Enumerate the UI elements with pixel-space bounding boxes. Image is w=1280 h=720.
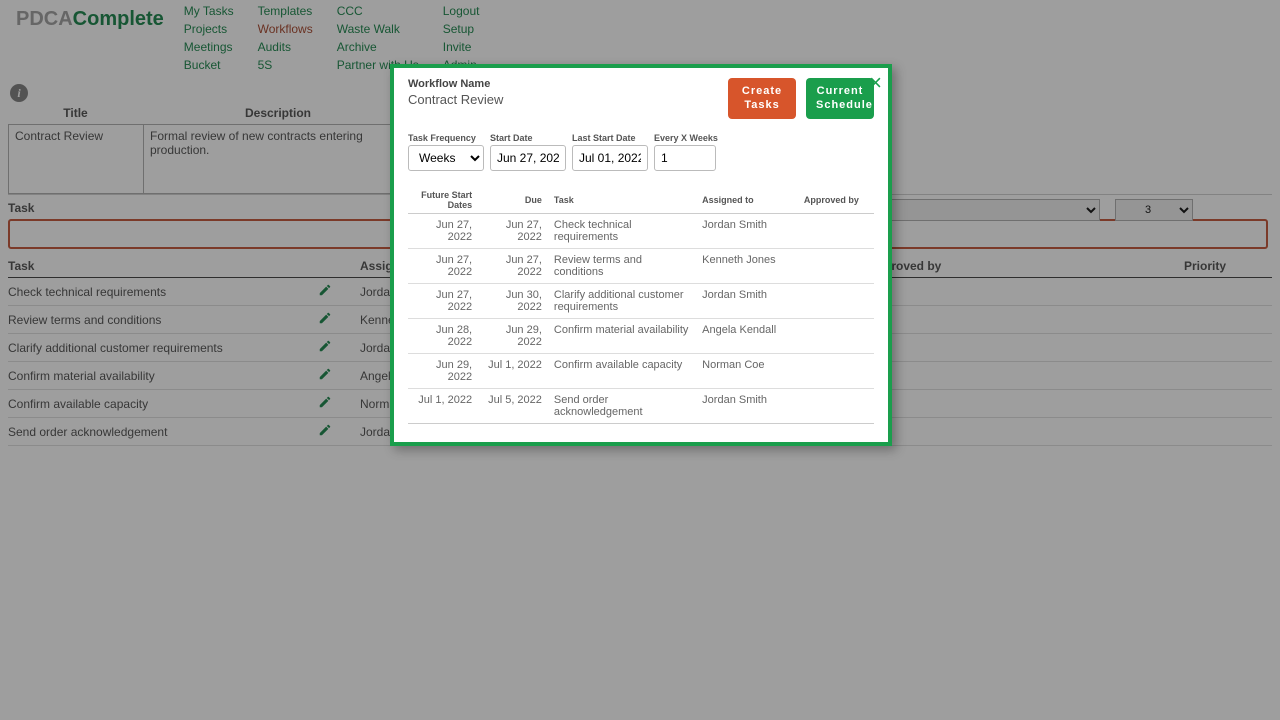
cell-task: Confirm material availability [550, 318, 698, 353]
every-x-label: Every X Weeks [654, 133, 718, 143]
last-start-date-field: Last Start Date [572, 133, 648, 171]
cell-future: Jun 28, 2022 [408, 318, 482, 353]
schedule-table: Future Start Dates Due Task Assigned to … [408, 187, 874, 424]
th-due: Due [482, 187, 550, 214]
workflow-name-block: Workflow Name Contract Review [408, 78, 503, 107]
last-start-label: Last Start Date [572, 133, 648, 143]
frequency-label: Task Frequency [408, 133, 484, 143]
modal-buttons: Create Tasks Current Schedule [728, 78, 874, 119]
cell-approved [800, 213, 874, 248]
cell-future: Jun 27, 2022 [408, 283, 482, 318]
current-schedule-button[interactable]: Current Schedule [806, 78, 874, 119]
cell-task: Send order acknowledgement [550, 388, 698, 423]
start-date-field: Start Date [490, 133, 566, 171]
cell-assigned: Jordan Smith [698, 213, 800, 248]
cell-future: Jun 29, 2022 [408, 353, 482, 388]
last-start-input[interactable] [572, 145, 648, 171]
cell-assigned: Norman Coe [698, 353, 800, 388]
th-assigned: Assigned to [698, 187, 800, 214]
every-x-field: Every X Weeks [654, 133, 718, 171]
frequency-select[interactable]: Weeks [408, 145, 484, 171]
th-task: Task [550, 187, 698, 214]
cell-task: Review terms and conditions [550, 248, 698, 283]
schedule-row: Jun 29, 2022Jul 1, 2022Confirm available… [408, 353, 874, 388]
th-approved: Approved by [800, 187, 874, 214]
close-icon[interactable]: × [869, 72, 882, 94]
cell-approved [800, 388, 874, 423]
cell-assigned: Kenneth Jones [698, 248, 800, 283]
modal-header: Workflow Name Contract Review Create Tas… [408, 78, 874, 119]
cell-due: Jul 5, 2022 [482, 388, 550, 423]
schedule-row: Jun 27, 2022Jun 27, 2022Check technical … [408, 213, 874, 248]
schedule-row: Jun 28, 2022Jun 29, 2022Confirm material… [408, 318, 874, 353]
cell-due: Jun 27, 2022 [482, 213, 550, 248]
cell-approved [800, 283, 874, 318]
workflow-name-value: Contract Review [408, 92, 503, 107]
create-tasks-button[interactable]: Create Tasks [728, 78, 796, 119]
th-future: Future Start Dates [408, 187, 482, 214]
cell-assigned: Jordan Smith [698, 283, 800, 318]
start-date-label: Start Date [490, 133, 566, 143]
cell-due: Jun 30, 2022 [482, 283, 550, 318]
cell-task: Check technical requirements [550, 213, 698, 248]
cell-future: Jun 27, 2022 [408, 213, 482, 248]
cell-due: Jun 29, 2022 [482, 318, 550, 353]
cell-assigned: Angela Kendall [698, 318, 800, 353]
frequency-row: Task Frequency Weeks Start Date Last Sta… [408, 133, 874, 171]
start-date-input[interactable] [490, 145, 566, 171]
schedule-row: Jun 27, 2022Jun 27, 2022Review terms and… [408, 248, 874, 283]
cell-approved [800, 248, 874, 283]
every-x-input[interactable] [654, 145, 716, 171]
schedule-row: Jun 27, 2022Jun 30, 2022Clarify addition… [408, 283, 874, 318]
workflow-name-label: Workflow Name [408, 78, 503, 90]
cell-task: Clarify additional customer requirements [550, 283, 698, 318]
cell-due: Jul 1, 2022 [482, 353, 550, 388]
cell-future: Jul 1, 2022 [408, 388, 482, 423]
workflow-modal: × Workflow Name Contract Review Create T… [390, 64, 892, 446]
cell-approved [800, 318, 874, 353]
cell-task: Confirm available capacity [550, 353, 698, 388]
schedule-row: Jul 1, 2022Jul 5, 2022Send order acknowl… [408, 388, 874, 423]
task-frequency-field: Task Frequency Weeks [408, 133, 484, 171]
cell-future: Jun 27, 2022 [408, 248, 482, 283]
schedule-header-row: Future Start Dates Due Task Assigned to … [408, 187, 874, 214]
cell-approved [800, 353, 874, 388]
cell-assigned: Jordan Smith [698, 388, 800, 423]
cell-due: Jun 27, 2022 [482, 248, 550, 283]
